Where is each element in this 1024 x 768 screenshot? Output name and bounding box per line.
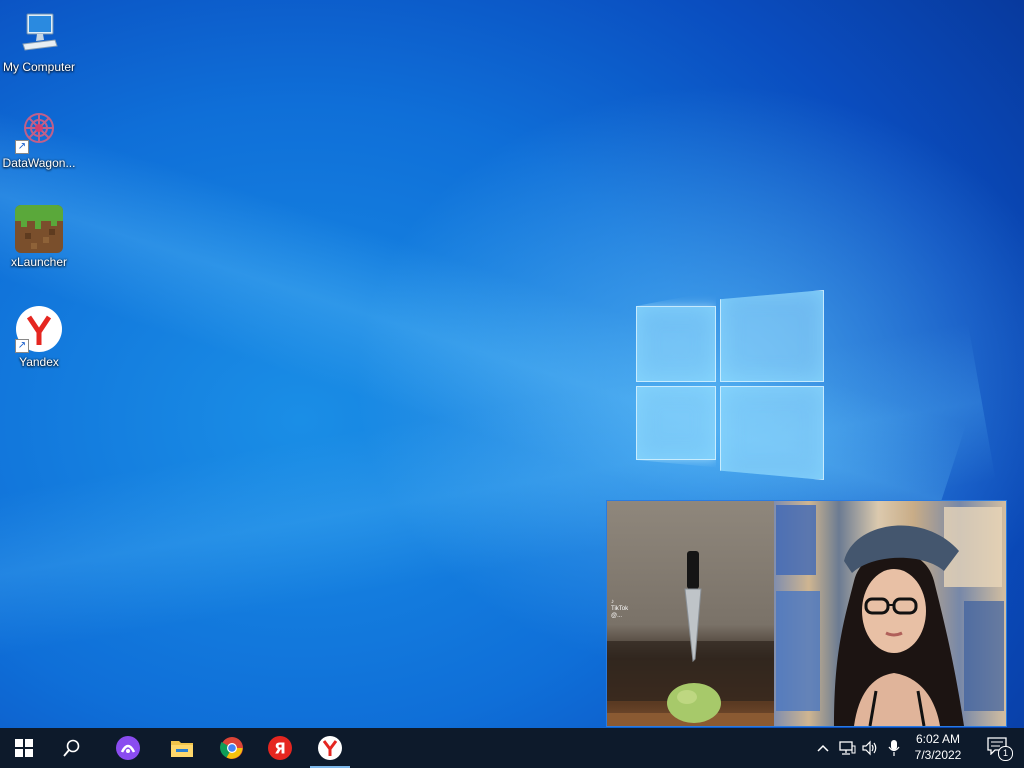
logo-pane-top-left	[636, 306, 716, 382]
alice-button[interactable]	[104, 728, 152, 768]
tiktok-brand-text: TikTok	[611, 606, 629, 612]
action-center-button[interactable]: 1	[978, 728, 1018, 768]
yandex-ya-icon: Я	[268, 736, 292, 760]
video-left-panel: ♪ TikTok @...	[607, 501, 774, 726]
yandex-ya-button[interactable]: Я	[256, 728, 304, 768]
datawagon-icon: ↗	[15, 106, 63, 154]
yandex-browser-icon: ↗	[15, 305, 63, 353]
search-button[interactable]	[48, 728, 96, 768]
show-hidden-icons-button[interactable]	[812, 728, 834, 768]
start-button[interactable]	[0, 728, 48, 768]
clock-date: 7/3/2022	[914, 748, 962, 762]
clock-button[interactable]: 6:02 AM 7/3/2022	[904, 728, 972, 768]
logo-pane-top-right	[720, 290, 824, 382]
computer-icon	[15, 10, 63, 58]
yandex-browser-icon	[318, 736, 342, 760]
tiktok-logo-icon: ♪	[611, 599, 614, 605]
desktop-icon-my-computer[interactable]: My Computer	[0, 10, 78, 74]
desktop-background: My Computer ↗ DataWagon... xLauncher ↗ Y…	[0, 0, 1024, 728]
video-right-panel	[774, 501, 1006, 726]
tiktok-handle-text: @...	[611, 613, 623, 619]
windows-logo-icon	[15, 739, 33, 757]
chrome-icon	[220, 737, 243, 759]
logo-pane-bottom-left	[636, 386, 716, 460]
desktop-icon-label: DataWagon...	[2, 156, 76, 170]
chevron-up-icon	[817, 744, 829, 752]
taskbar: Я 6:02 AM 7/3/2022 1	[0, 728, 1024, 768]
shortcut-arrow-icon: ↗	[15, 339, 29, 353]
tiktok-watermark: ♪ TikTok @...	[611, 599, 628, 620]
volume-button[interactable]	[860, 728, 882, 768]
folder-icon	[171, 741, 193, 757]
network-button[interactable]	[836, 728, 858, 768]
chrome-button[interactable]	[208, 728, 256, 768]
microphone-icon	[888, 740, 900, 756]
notification-count-badge: 1	[998, 746, 1013, 761]
windows-logo-wallpaper	[636, 290, 824, 480]
minecraft-grass-block-icon	[15, 205, 63, 253]
desktop-icon-xlauncher[interactable]: xLauncher	[0, 205, 78, 269]
file-explorer-button[interactable]	[158, 728, 206, 768]
network-icon	[839, 741, 856, 755]
desktop-icon-label: My Computer	[2, 60, 76, 74]
svg-text:Я: Я	[274, 740, 286, 758]
notification-icon: 1	[987, 737, 1013, 761]
shortcut-arrow-icon: ↗	[15, 140, 29, 154]
clock-time: 6:02 AM	[915, 732, 961, 746]
speaker-icon	[862, 740, 877, 756]
desktop-icon-yandex[interactable]: ↗ Yandex	[0, 305, 78, 369]
logo-pane-bottom-right	[720, 386, 824, 480]
desktop-icon-label: xLauncher	[10, 255, 68, 269]
desktop-icon-label: Yandex	[19, 355, 59, 369]
yandex-alice-icon	[116, 736, 140, 760]
desktop-icon-datawagon[interactable]: ↗ DataWagon...	[0, 106, 78, 170]
microphone-button[interactable]	[884, 728, 904, 768]
search-icon	[63, 739, 80, 757]
yandex-browser-button[interactable]	[306, 728, 354, 768]
picture-in-picture-video[interactable]: ♪ TikTok @...	[606, 500, 1007, 727]
